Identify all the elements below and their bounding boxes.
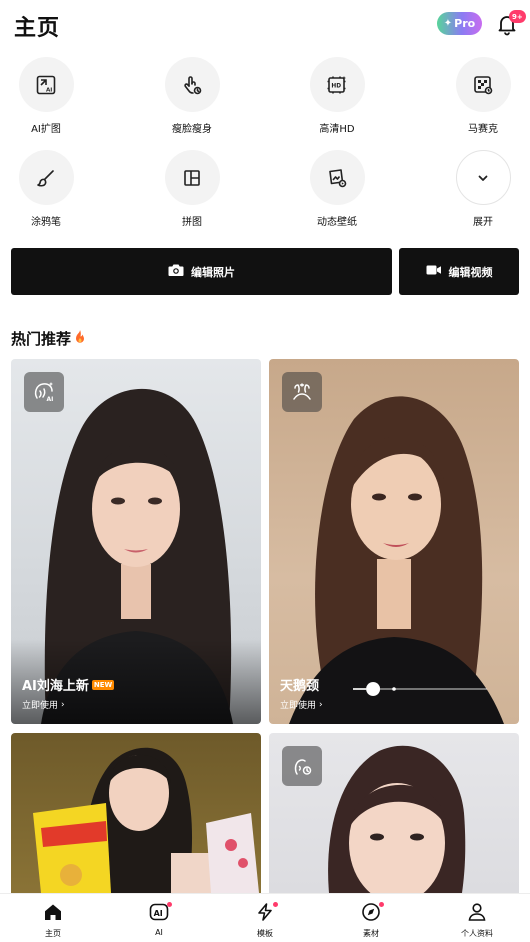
feature-card-portrait[interactable] [269, 733, 519, 893]
notification-dot [273, 902, 278, 907]
svg-text:AI: AI [154, 909, 163, 918]
chevron-right-icon: › [61, 699, 65, 710]
bottom-nav: 主页 AI AI 模板 素材 个人资料 [0, 893, 530, 942]
neck-slider[interactable] [349, 681, 499, 697]
feature-card-snack[interactable] [11, 733, 261, 893]
tool-expand[interactable]: 展开 [448, 150, 518, 228]
live-wallpaper-icon [309, 150, 365, 205]
tool-hd[interactable]: HD 高清HD [302, 57, 372, 135]
nav-label: 主页 [45, 929, 61, 938]
tool-label: 高清HD [319, 124, 355, 135]
header: 主页 ✦ Pro 9+ [0, 0, 530, 50]
fire-icon [73, 329, 87, 349]
use-now-label: 立即使用 [280, 701, 317, 711]
nav-label: 素材 [363, 929, 379, 938]
pro-label: Pro [454, 17, 476, 30]
nav-item-home[interactable]: 主页 [18, 903, 88, 939]
collage-icon [164, 150, 220, 205]
edit-photo-button[interactable]: 编辑照片 [11, 248, 392, 295]
section-title: 热门推荐 [11, 328, 87, 349]
tool-ai-expand[interactable]: AI AI扩图 [11, 57, 81, 135]
swan-neck-icon [282, 372, 322, 412]
tool-label: 瘦脸瘦身 [172, 124, 212, 135]
notification-count-badge: 9+ [509, 10, 526, 23]
nav-item-materials[interactable]: 素材 [336, 902, 406, 939]
person-icon [467, 903, 487, 925]
card-title-text: AI刘海上新 [22, 679, 89, 694]
face-retouch-icon [282, 746, 322, 786]
nav-label: 个人资料 [461, 929, 493, 938]
tool-label: 涂鸦笔 [31, 217, 61, 228]
svg-text:AI: AI [47, 396, 54, 403]
ai-face-icon: AI [24, 372, 64, 412]
page-title: 主页 [14, 16, 61, 41]
svg-text:AI: AI [46, 87, 52, 93]
use-now-link[interactable]: 立即使用 › [22, 698, 65, 712]
tool-label: 拼图 [182, 217, 202, 228]
pro-button[interactable]: ✦ Pro [437, 12, 482, 35]
use-now-label: 立即使用 [22, 701, 59, 711]
tool-label: 马赛克 [468, 124, 498, 135]
ai-expand-icon: AI [18, 57, 74, 112]
bolt-icon [255, 903, 275, 925]
portrait-photo [289, 396, 504, 724]
card-title: AI刘海上新 NEW [22, 675, 115, 694]
portrait-photo [33, 747, 259, 893]
notification-dot [167, 902, 172, 907]
tool-collage[interactable]: 拼图 [157, 150, 227, 228]
edit-video-button[interactable]: 编辑视频 [399, 248, 519, 295]
tool-label: 动态壁纸 [317, 217, 357, 228]
card-title: 天鹅颈 [280, 675, 319, 694]
use-now-link[interactable]: 立即使用 › [280, 698, 323, 712]
feature-card-ai-bangs[interactable]: AI AI刘海上新 NEW 立即使用 › [11, 359, 261, 724]
hd-icon: HD [309, 57, 365, 112]
ai-icon: AI [149, 903, 169, 925]
nav-label: 模板 [257, 929, 273, 938]
tool-label: 展开 [473, 217, 493, 228]
tool-label: AI扩图 [31, 124, 61, 135]
edit-video-label: 编辑视频 [448, 265, 493, 279]
mosaic-icon [455, 57, 511, 112]
new-tag: NEW [91, 679, 115, 690]
tool-live-wallpaper[interactable]: 动态壁纸 [302, 150, 372, 228]
video-camera-icon [426, 264, 442, 279]
nav-item-profile[interactable]: 个人资料 [442, 903, 512, 939]
nav-item-ai[interactable]: AI AI [124, 902, 194, 937]
camera-icon [168, 263, 184, 280]
tool-mosaic[interactable]: 马赛克 [448, 57, 518, 135]
sparkle-icon: ✦ [443, 18, 453, 29]
edit-photo-label: 编辑照片 [191, 265, 235, 279]
nav-label: AI [155, 928, 163, 937]
section-title-text: 热门推荐 [11, 330, 72, 348]
nav-item-templates[interactable]: 模板 [230, 902, 300, 939]
card-title-text: 天鹅颈 [280, 679, 320, 694]
svg-text:HD: HD [331, 83, 341, 89]
tool-slim-face[interactable]: 瘦脸瘦身 [157, 57, 227, 135]
tool-brush[interactable]: 涂鸦笔 [11, 150, 81, 228]
chevron-down-icon [455, 150, 511, 205]
notification-dot [379, 902, 384, 907]
feature-card-swan-neck[interactable]: 天鹅颈 立即使用 › [269, 359, 519, 724]
chevron-right-icon: › [319, 699, 323, 710]
home-icon [43, 903, 63, 925]
portrait-photo [11, 388, 261, 724]
brush-icon [18, 150, 74, 205]
compass-icon [361, 903, 381, 925]
hand-pointer-icon [164, 57, 220, 112]
